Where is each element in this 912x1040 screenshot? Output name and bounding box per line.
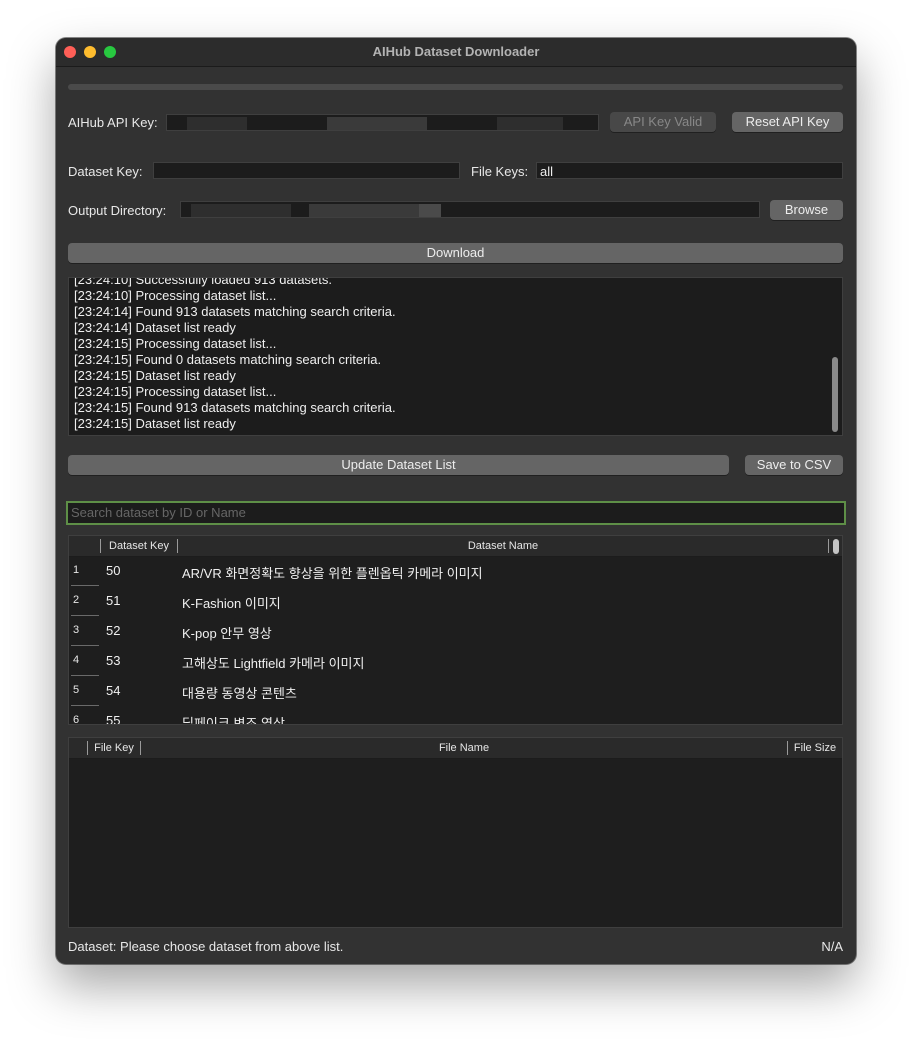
status-text: Dataset: Please choose dataset from abov…	[68, 939, 344, 954]
dataset-name-cell: K-Fashion 이미지	[182, 596, 281, 611]
dataset-key-cell: 51	[106, 593, 121, 608]
api-key-label: AIHub API Key:	[68, 115, 158, 130]
masked-text	[187, 117, 247, 130]
masked-text	[309, 204, 419, 217]
column-header-dataset-key[interactable]: Dataset Key	[101, 536, 177, 556]
dataset-key-cell: 53	[106, 653, 121, 668]
app-window: AIHub Dataset Downloader AIHub API Key: …	[56, 38, 856, 964]
output-directory-label: Output Directory:	[68, 203, 167, 218]
log-line: [23:24:15] Processing dataset list...	[74, 336, 277, 351]
log-line: [23:24:10] Successfully loaded 913 datas…	[74, 277, 333, 287]
masked-text	[497, 117, 563, 130]
file-keys-input[interactable]: all	[536, 162, 843, 179]
download-button[interactable]: Download	[68, 243, 843, 263]
masked-text	[191, 204, 291, 217]
row-number: 3	[73, 624, 80, 636]
column-header-file-key[interactable]: File Key	[88, 738, 140, 758]
dataset-name-cell: K-pop 안무 영상	[182, 626, 272, 641]
dataset-table-header: Dataset Key Dataset Name	[69, 536, 842, 557]
title-bar: AIHub Dataset Downloader	[56, 38, 856, 67]
log-line: [23:24:15] Processing dataset list...	[74, 384, 277, 399]
column-header-dataset-name[interactable]: Dataset Name	[178, 536, 828, 556]
log-line: [23:24:14] Dataset list ready	[74, 320, 236, 335]
log-line: [23:24:15] Found 0 datasets matching sea…	[74, 352, 382, 367]
log-line: [23:24:15] Found 913 datasets matching s…	[74, 400, 396, 415]
browse-button[interactable]: Browse	[770, 200, 843, 220]
dataset-name-cell: 고해상도 Lightfield 카메라 이미지	[182, 656, 365, 671]
dataset-name-cell: 대용량 동영상 콘텐츠	[182, 686, 297, 701]
column-header-file-size[interactable]: File Size	[788, 738, 842, 758]
update-dataset-list-button[interactable]: Update Dataset List	[68, 455, 729, 475]
table-row[interactable]: 5 54 대용량 동영상 콘텐츠	[69, 676, 828, 706]
output-directory-input[interactable]	[180, 201, 760, 218]
row-number: 6	[73, 714, 80, 725]
dataset-table[interactable]: Dataset Key Dataset Name 1 50 AR/VR 화면정확…	[68, 535, 843, 725]
table-row[interactable]: 6 55 딥페이크 변조 영상	[69, 706, 828, 725]
log-lines: [23:24:10] Successfully loaded 913 datas…	[74, 277, 824, 432]
dataset-key-input[interactable]	[153, 162, 460, 179]
table-scrollbar[interactable]	[833, 539, 839, 554]
column-separator	[828, 539, 829, 553]
dataset-key-label: Dataset Key:	[68, 164, 143, 179]
save-to-csv-button[interactable]: Save to CSV	[745, 455, 843, 475]
column-header-file-name[interactable]: File Name	[141, 738, 787, 758]
log-line: [23:24:15] Dataset list ready	[74, 416, 236, 431]
log-line: [23:24:15] Dataset list ready	[74, 368, 236, 383]
progress-bar	[68, 84, 843, 90]
api-key-valid-button[interactable]: API Key Valid	[610, 112, 716, 132]
api-key-input[interactable]	[166, 114, 599, 131]
log-line: [23:24:10] Processing dataset list...	[74, 288, 277, 303]
log-output[interactable]: [23:24:10] Successfully loaded 913 datas…	[68, 277, 843, 436]
dataset-key-cell: 52	[106, 623, 121, 638]
table-row[interactable]: 1 50 AR/VR 화면정확도 향상을 위한 플렌옵틱 카메라 이미지	[69, 556, 828, 586]
masked-text	[419, 204, 441, 217]
search-input[interactable]: Search dataset by ID or Name	[66, 501, 846, 525]
dataset-key-cell: 55	[106, 713, 121, 725]
table-row[interactable]: 2 51 K-Fashion 이미지	[69, 586, 828, 616]
file-keys-label: File Keys:	[471, 164, 529, 179]
file-table-header: File Key File Name File Size	[69, 738, 842, 759]
window-title: AIHub Dataset Downloader	[372, 44, 540, 59]
dataset-name-cell: 딥페이크 변조 영상	[182, 716, 285, 725]
log-line: [23:24:14] Found 913 datasets matching s…	[74, 304, 396, 319]
dataset-key-cell: 50	[106, 563, 121, 578]
log-scrollbar[interactable]	[832, 357, 838, 432]
row-number: 5	[73, 684, 80, 696]
dataset-name-cell: AR/VR 화면정확도 향상을 위한 플렌옵틱 카메라 이미지	[182, 566, 483, 581]
file-table[interactable]: File Key File Name File Size	[68, 737, 843, 928]
row-number: 1	[73, 564, 80, 576]
reset-api-key-button[interactable]: Reset API Key	[732, 112, 843, 132]
dataset-key-cell: 54	[106, 683, 121, 698]
masked-text	[327, 117, 427, 130]
row-number: 2	[73, 594, 80, 606]
status-size: N/A	[821, 939, 843, 954]
table-row[interactable]: 3 52 K-pop 안무 영상	[69, 616, 828, 646]
table-row[interactable]: 4 53 고해상도 Lightfield 카메라 이미지	[69, 646, 828, 676]
row-number: 4	[73, 654, 80, 666]
